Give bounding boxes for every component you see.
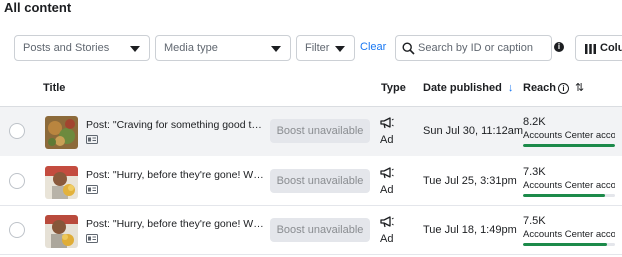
date-published: Tue Jul 25, 3:31pm: [423, 175, 517, 187]
reach-bar-fill: [523, 144, 615, 147]
clear-filters-link[interactable]: Clear: [360, 41, 386, 53]
post-icon: [86, 185, 98, 194]
reach-bar: [523, 243, 615, 246]
post-caption[interactable]: Post: "Craving for something good to eat…: [86, 119, 264, 131]
column-header-reach[interactable]: Reach: [523, 82, 556, 94]
reach-bar: [523, 144, 615, 147]
person-image-icon: [45, 215, 78, 248]
type-label: Ad: [380, 184, 394, 196]
column-header-title: Title: [43, 82, 66, 94]
search-icon: [402, 42, 415, 55]
reach-source: Accounts Center accou...: [523, 180, 615, 191]
food-image-icon: [45, 116, 78, 149]
reach-source: Accounts Center accou...: [523, 229, 615, 240]
reach-bar: [523, 194, 615, 197]
sort-descending-icon[interactable]: ↓: [508, 82, 514, 94]
megaphone-icon: [380, 117, 394, 129]
table-row[interactable]: Post: "Craving for something good to eat…: [0, 107, 622, 156]
filter-select[interactable]: Filter: [296, 35, 355, 61]
column-header-date-label: Date published: [423, 82, 502, 94]
content-type-select-value: Posts and Stories: [23, 42, 110, 54]
date-published: Sun Jul 30, 11:12am: [423, 125, 524, 137]
post-caption[interactable]: Post: "Hurry, before they're gone! With …: [86, 169, 264, 181]
search-box[interactable]: [395, 35, 552, 61]
person-image-icon: [45, 166, 78, 199]
boost-button[interactable]: Boost unavailable: [270, 218, 370, 242]
columns-button[interactable]: Colu: [575, 35, 622, 61]
date-published: Tue Jul 18, 1:49pm: [423, 224, 517, 236]
reach-bar-fill: [523, 243, 607, 246]
row-radio[interactable]: [9, 173, 25, 189]
reach-value: 7.5K: [523, 215, 546, 227]
post-icon: [86, 234, 98, 243]
reach-value: 7.3K: [523, 166, 546, 178]
chevron-down-icon: [271, 46, 281, 52]
media-type-select[interactable]: Media type: [155, 35, 291, 61]
search-input[interactable]: [418, 39, 546, 57]
page-title: All content: [4, 0, 72, 15]
megaphone-icon: [380, 216, 394, 228]
filter-bar: Posts and Stories Media type Filter Clea…: [0, 35, 622, 61]
column-header-type: Type: [381, 82, 406, 94]
columns-icon: [585, 44, 596, 54]
boost-button[interactable]: Boost unavailable: [270, 169, 370, 193]
table-row[interactable]: Post: "Hurry, before they're gone! With …: [0, 206, 622, 255]
boost-button[interactable]: Boost unavailable: [270, 119, 370, 143]
reach-bar-fill: [523, 194, 605, 197]
row-radio[interactable]: [9, 123, 25, 139]
post-icon: [86, 135, 98, 144]
info-icon[interactable]: i: [554, 42, 564, 52]
reach-value: 8.2K: [523, 116, 546, 128]
column-header-date[interactable]: Date published ↓: [423, 82, 513, 94]
post-thumbnail[interactable]: [45, 215, 78, 248]
content-page: All content Posts and Stories Media type…: [0, 0, 622, 257]
post-thumbnail[interactable]: [45, 116, 78, 149]
post-caption[interactable]: Post: "Hurry, before they're gone! With …: [86, 218, 264, 230]
chevron-down-icon: [130, 46, 140, 52]
post-thumbnail[interactable]: [45, 166, 78, 199]
type-label: Ad: [380, 134, 394, 146]
filter-select-value: Filter: [305, 42, 330, 54]
content-type-select[interactable]: Posts and Stories: [14, 35, 150, 61]
columns-button-label: Colu: [600, 42, 622, 54]
row-radio[interactable]: [9, 222, 25, 238]
sort-icon[interactable]: ⇅: [575, 81, 584, 94]
info-icon[interactable]: i: [558, 83, 569, 94]
type-label: Ad: [380, 233, 394, 245]
chevron-down-icon: [335, 46, 345, 52]
media-type-select-value: Media type: [164, 42, 218, 54]
table-row[interactable]: Post: "Hurry, before they're gone! With …: [0, 157, 622, 206]
megaphone-icon: [380, 167, 394, 179]
reach-source: Accounts Center accou...: [523, 130, 615, 141]
